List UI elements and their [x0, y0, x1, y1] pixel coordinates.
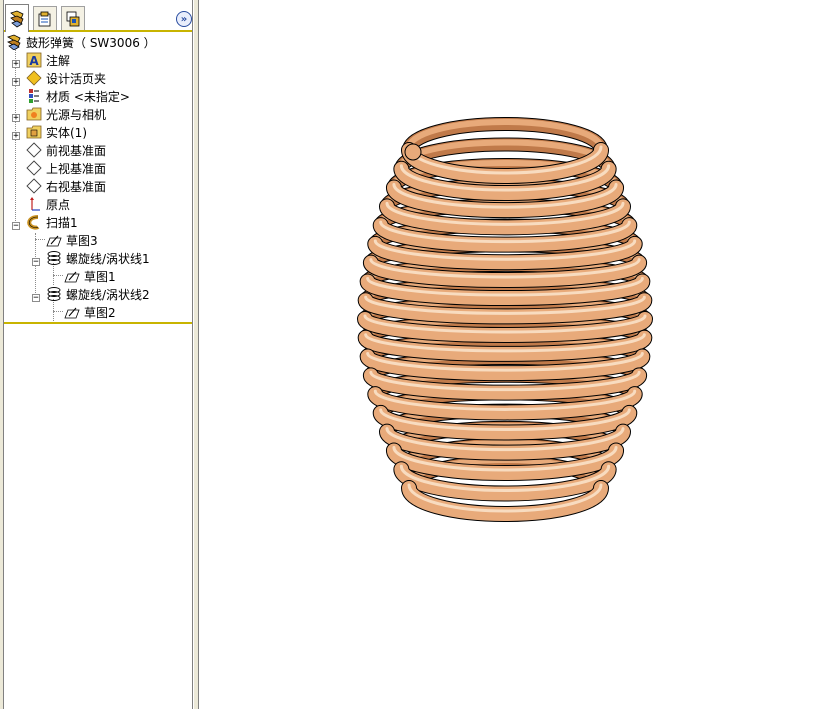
feature-tree: 鼓形弹簧（ SW3006 ） + A 注解 + 设计活页夹 材质 <未指定> +… — [4, 33, 192, 323]
expand-toggle[interactable]: + — [12, 78, 20, 87]
tree-item-design-binder[interactable]: 设计活页夹 — [26, 69, 106, 87]
barrel-spring-model[interactable] — [200, 0, 828, 709]
plane-icon — [26, 178, 42, 194]
tree-label: 光源与相机 — [46, 107, 107, 122]
tree-label: 上视基准面 — [46, 161, 107, 176]
tree-label: 设计活页夹 — [46, 71, 107, 86]
tree-connector — [53, 311, 63, 312]
part-icon — [7, 34, 21, 50]
tree-item-front-plane[interactable]: 前视基准面 — [26, 141, 106, 159]
feature-tree-icon — [10, 10, 24, 27]
sweep-icon — [27, 215, 40, 230]
plane-icon — [26, 160, 42, 176]
graphics-viewport[interactable] — [200, 0, 828, 709]
tab-configuration-manager[interactable] — [61, 6, 85, 30]
feature-manager-panel: » 鼓形弹簧（ SW3006 ） + A 注解 + 设计活页夹 材质 <未指定>… — [3, 0, 193, 709]
tree-item-solid-bodies[interactable]: 实体(1) — [26, 123, 87, 141]
tree-connector — [35, 239, 45, 240]
coil-end-cap — [404, 143, 422, 161]
tree-label: 实体(1) — [46, 125, 87, 140]
collapse-toggle[interactable]: − — [32, 258, 40, 267]
tree-label: 注解 — [46, 53, 71, 68]
tree-item-sketch2[interactable]: 草图2 — [64, 303, 116, 321]
tree-item-root[interactable]: 鼓形弹簧（ SW3006 ） — [6, 33, 156, 51]
feature-manager-pane: » 鼓形弹簧（ SW3006 ） + A 注解 + 设计活页夹 材质 <未指定>… — [0, 0, 199, 709]
plane-icon — [26, 142, 42, 158]
tab-property-manager[interactable] — [33, 6, 57, 30]
configuration-icon — [66, 11, 80, 26]
collapse-toggle[interactable]: − — [32, 294, 40, 303]
tree-item-sketch1[interactable]: 草图1 — [64, 267, 116, 285]
tree-label: 原点 — [46, 197, 71, 212]
svg-text:A: A — [29, 54, 39, 68]
tree-label: 草图2 — [84, 305, 116, 320]
tree-item-helix2[interactable]: 螺旋线/涡状线2 — [46, 285, 150, 303]
origin-icon — [30, 197, 40, 211]
expand-toggle[interactable]: + — [12, 60, 20, 69]
tree-label: 右视基准面 — [46, 179, 107, 194]
tree-item-helix1[interactable]: 螺旋线/涡状线1 — [46, 249, 150, 267]
tree-item-lights-cameras[interactable]: 光源与相机 — [26, 105, 106, 123]
tree-item-top-plane[interactable]: 上视基准面 — [26, 159, 106, 177]
tree-label: 草图1 — [84, 269, 116, 284]
tree-connector — [53, 275, 63, 276]
collapse-toggle[interactable]: − — [12, 222, 20, 231]
tree-item-material[interactable]: 材质 <未指定> — [26, 87, 130, 105]
tree-connector — [35, 233, 36, 301]
helix-icon — [47, 287, 61, 301]
design-binder-icon — [26, 70, 42, 86]
manager-tab-bar: » — [4, 0, 192, 32]
material-icon — [29, 89, 39, 103]
sketch-icon — [46, 235, 62, 247]
tree-item-sweep[interactable]: 扫描1 — [26, 213, 78, 231]
folder-light-icon — [26, 107, 42, 121]
tree-label: 鼓形弹簧（ SW3006 ） — [26, 35, 156, 50]
expand-panel-button[interactable]: » — [176, 11, 192, 27]
pane-splitter[interactable] — [193, 0, 199, 709]
tree-label: 扫描1 — [46, 215, 78, 230]
tree-label: 螺旋线/涡状线1 — [66, 251, 150, 266]
tree-label: 草图3 — [66, 233, 98, 248]
annotation-icon: A — [26, 52, 42, 68]
double-chevron-right-icon: » — [180, 13, 188, 25]
tree-item-right-plane[interactable]: 右视基准面 — [26, 177, 106, 195]
sketch-icon — [64, 271, 80, 283]
tree-item-annotations[interactable]: A 注解 — [26, 51, 70, 69]
tree-label: 前视基准面 — [46, 143, 107, 158]
tab-feature-manager[interactable] — [5, 4, 29, 32]
tree-item-sketch3[interactable]: 草图3 — [46, 231, 98, 249]
expand-toggle[interactable]: + — [12, 132, 20, 141]
property-sheet-icon — [38, 11, 51, 26]
helix-icon — [47, 251, 61, 265]
sketch-icon — [64, 307, 80, 319]
folder-solid-icon — [26, 125, 42, 139]
tree-label: 材质 <未指定> — [46, 89, 130, 104]
tree-label: 螺旋线/涡状线2 — [66, 287, 150, 302]
tree-item-origin[interactable]: 原点 — [26, 195, 70, 213]
expand-toggle[interactable]: + — [12, 114, 20, 123]
tree-bottom-divider — [4, 322, 192, 324]
